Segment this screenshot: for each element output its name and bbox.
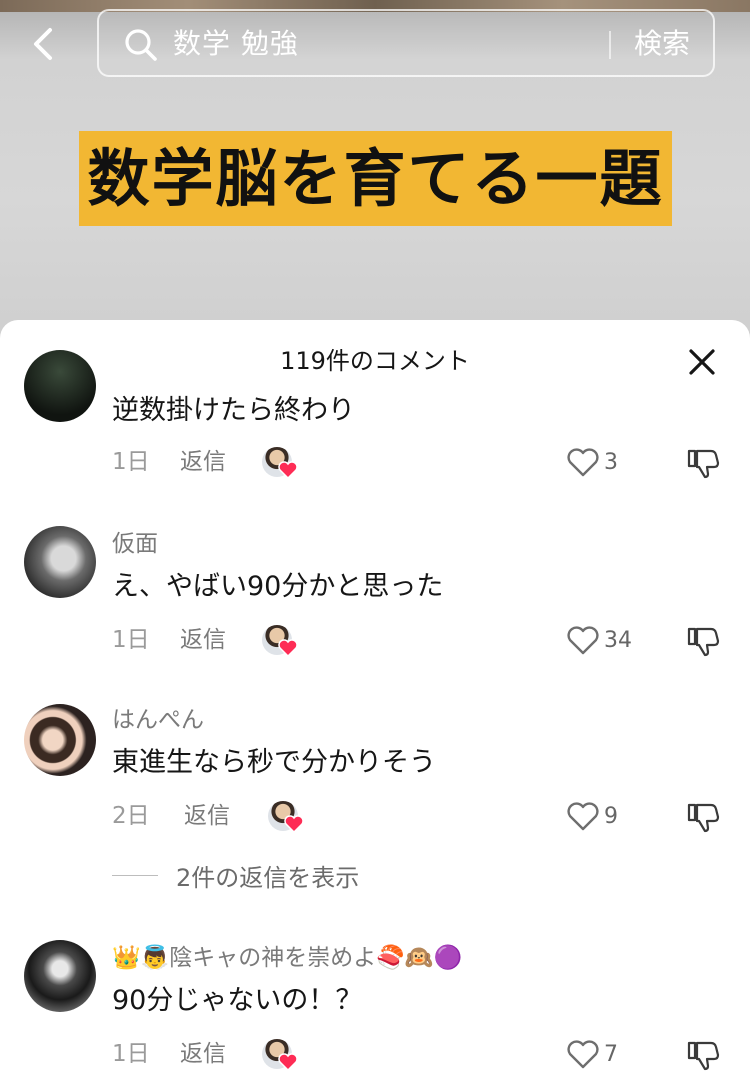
heart-outline-icon [567,448,599,477]
close-icon [689,349,715,375]
dislike-icon [687,1041,720,1071]
like-count: 7 [604,1042,618,1067]
comment-username[interactable]: 👑👼陰キャの神を崇めよ🍣🙉🟣 [112,942,462,974]
heart-outline-icon [567,626,599,655]
comment-text: え、やばい90分かと思った [112,571,444,602]
comment-date: 2日 [112,803,150,829]
like-count: 3 [604,450,618,475]
like-count: 34 [604,628,632,653]
creator-liked-badge [268,801,304,833]
reply-button[interactable]: 返信 [184,800,230,832]
like-button[interactable]: 7 [566,1038,618,1072]
dislike-button[interactable] [686,624,720,658]
dislike-button[interactable] [686,446,720,480]
avatar[interactable] [24,526,96,598]
dislike-button[interactable] [686,800,720,834]
creator-liked-badge [262,625,298,657]
comment-text: 90分じゃないの！？ [112,985,363,1016]
back-button[interactable] [22,22,66,66]
banner-text: 数学脳を育てる一題 [87,141,664,215]
heart-outline-icon [567,1040,599,1069]
comment-username[interactable]: 仮面 [112,528,158,560]
creator-liked-heart-icon [278,1053,298,1071]
heart-outline-icon [567,802,599,831]
search-divider [609,31,611,59]
dislike-icon [687,803,720,833]
comment-date: 1日 [112,449,150,475]
reply-button[interactable]: 返信 [180,446,226,478]
comment-date: 1日 [112,1041,150,1067]
like-button[interactable]: 34 [566,624,632,658]
creator-liked-heart-icon [278,639,298,657]
reply-button[interactable]: 返信 [180,1038,226,1070]
comment-text: 東進生なら秒で分かりそう [112,747,436,778]
view-replies-label: 2件の返信を表示 [176,863,360,892]
back-icon [34,28,52,60]
video-title-banner: 数学脳を育てる一題 [79,131,672,226]
close-button[interactable] [684,344,720,380]
avatar[interactable] [24,704,96,776]
search-bar[interactable]: 数学 勉強 検索 [97,9,715,77]
avatar[interactable] [24,350,96,422]
like-button[interactable]: 3 [566,446,618,480]
avatar[interactable] [24,940,96,1012]
search-button[interactable]: 検索 [634,24,690,64]
comments-sheet: 119件のコメント 逆数掛けたら終わり 1日 返信 3 仮面 え、やばい90分か… [0,320,750,1089]
reply-button[interactable]: 返信 [180,624,226,656]
dislike-icon [687,627,720,657]
dislike-button[interactable] [686,1038,720,1072]
creator-liked-heart-icon [284,815,304,833]
comment-username[interactable]: はんぺん [112,704,204,736]
like-count: 9 [604,804,618,829]
creator-liked-badge [262,447,298,479]
view-replies-button[interactable]: 2件の返信を表示 [112,858,359,892]
search-input[interactable]: 数学 勉強 [173,24,299,64]
creator-liked-heart-icon [278,461,298,479]
like-button[interactable]: 9 [566,800,618,834]
comments-count-title: 119件のコメント [280,347,470,375]
search-icon [125,29,157,61]
comment-date: 1日 [112,627,150,653]
comment-text: 逆数掛けたら終わり [112,395,355,426]
dislike-icon [687,449,720,479]
view-replies-line [112,874,158,876]
creator-liked-badge [262,1039,298,1071]
